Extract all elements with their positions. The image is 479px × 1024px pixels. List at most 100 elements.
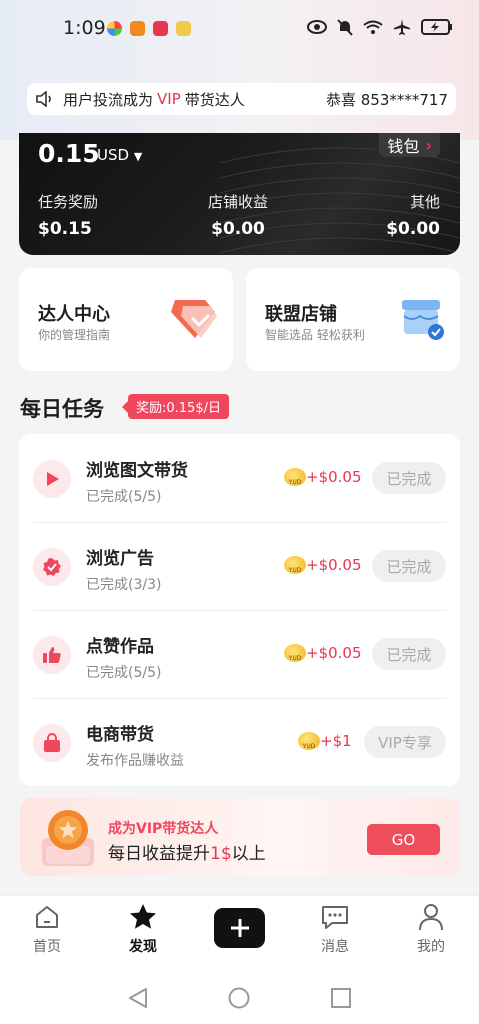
- daily-reward-tag: 奖励:0.15$/日: [122, 394, 229, 419]
- wallet-balance: 0.15: [38, 139, 100, 168]
- task-list: 浏览图文带货 已完成(5/5) YUD +$0.05 已完成 浏览广告 已完成(…: [19, 434, 460, 786]
- tab-profile[interactable]: 我的: [401, 902, 461, 956]
- task-reward: +$0.05: [306, 556, 362, 574]
- card-subtitle: 智能选品 轻松获利: [265, 328, 365, 342]
- card-title: 联盟店铺: [265, 304, 337, 325]
- wallet-other: 其他 $0.00: [386, 191, 440, 239]
- status-bar: 1:09: [0, 0, 479, 58]
- currency-selector[interactable]: USD ▼: [97, 146, 142, 164]
- status-time: 1:09: [63, 17, 106, 39]
- eye-icon: [307, 20, 327, 34]
- announcement-text-tail: 带货达人: [184, 90, 245, 109]
- affiliate-store-card[interactable]: 联盟店铺 智能选品 轻松获利: [246, 268, 460, 371]
- currency-label: USD: [97, 146, 130, 164]
- task-reward: +$1: [320, 732, 352, 750]
- wallet-column-value: $0.15: [38, 219, 92, 239]
- create-post-button[interactable]: [214, 908, 265, 948]
- wallet-column-label: 任务奖励: [38, 193, 99, 211]
- airplane-icon: [394, 19, 410, 35]
- vip-exclusive-button[interactable]: VIP专享: [364, 726, 446, 758]
- daily-tasks-title: 每日任务: [20, 397, 104, 421]
- task-state-button[interactable]: 已完成: [372, 462, 446, 494]
- tab-label: 我的: [417, 939, 445, 955]
- chevron-right-icon: ›: [425, 135, 432, 155]
- task-item-like-posts[interactable]: 点赞作品 已完成(5/5) YUD +$0.05 已完成: [19, 610, 460, 698]
- tab-home[interactable]: 首页: [17, 902, 77, 956]
- wallet-column-label: 其他: [409, 193, 440, 211]
- task-state-button[interactable]: 已完成: [372, 638, 446, 670]
- shopping-bag-icon: [33, 724, 71, 762]
- task-item-ecommerce[interactable]: 电商带货 发布作品赚收益 YUD +$1 VIP专享: [19, 698, 460, 786]
- task-item-browse-ads[interactable]: 浏览广告 已完成(3/3) YUD +$0.05 已完成: [19, 522, 460, 610]
- home-icon: [17, 902, 77, 932]
- recents-icon[interactable]: [331, 988, 351, 1008]
- wallet-card: 0.15 USD ▼ 钱包 › 任务奖励 $0.15 店铺收益 $0.00 其他…: [19, 133, 460, 255]
- task-reward: +$0.05: [306, 468, 362, 486]
- thumbs-up-icon: [33, 636, 71, 674]
- tab-messages[interactable]: 消息: [305, 902, 365, 956]
- go-button[interactable]: GO: [367, 824, 440, 855]
- speaker-icon: [27, 91, 63, 107]
- wifi-icon: [363, 20, 383, 34]
- coin-icon: YUD: [298, 732, 320, 750]
- wallet-column-label: 店铺收益: [208, 193, 269, 211]
- wallet-column-value: $0.00: [211, 219, 265, 239]
- task-status: 已完成(5/5): [86, 489, 162, 505]
- tab-label: 发现: [129, 939, 157, 955]
- tab-label: 消息: [321, 939, 349, 955]
- app-notification-icon: [176, 21, 191, 36]
- vip-banner-subtitle: 每日收益提升1$以上: [108, 839, 266, 864]
- vip-banner-highlight: 1$: [210, 844, 232, 864]
- card-subtitle: 你的管理指南: [38, 328, 111, 342]
- coin-icon: YUD: [284, 556, 306, 574]
- coin-label: YUD: [288, 479, 302, 486]
- task-status: 发布作品赚收益: [86, 753, 184, 769]
- play-icon: [33, 460, 71, 498]
- back-icon[interactable]: [128, 987, 148, 1009]
- card-title: 达人中心: [38, 304, 110, 325]
- task-name: 点赞作品: [86, 637, 154, 657]
- app-notification-icon: [153, 21, 168, 36]
- announcement-bar[interactable]: 用户投流成为 VIP 带货达人 恭喜 853****717: [27, 83, 456, 115]
- wallet-column-value: $0.00: [386, 219, 440, 239]
- wallet-store-income: 店铺收益 $0.00: [208, 191, 268, 239]
- coin-label: YUD: [288, 655, 302, 662]
- store-icon: [402, 300, 444, 340]
- battery-icon: [421, 19, 452, 35]
- coin-icon: YUD: [284, 644, 306, 662]
- creator-center-card[interactable]: 达人中心 你的管理指南: [19, 268, 233, 371]
- coin-label: YUD: [302, 743, 316, 750]
- check-badge-icon: [33, 548, 71, 586]
- task-name: 电商带货: [86, 725, 154, 745]
- mute-bell-icon: [337, 18, 353, 36]
- plus-icon: [230, 919, 249, 937]
- wallet-button[interactable]: 钱包 ›: [379, 133, 440, 157]
- wallet-task-reward: 任务奖励 $0.15: [38, 191, 98, 239]
- announcement-vip: VIP: [157, 90, 181, 108]
- task-status: 已完成(3/3): [86, 577, 162, 593]
- vip-banner-text: 每日收益提升: [108, 844, 210, 864]
- star-icon: [113, 902, 173, 932]
- app-notification-icon: [130, 21, 145, 36]
- vip-banner-text-tail: 以上: [231, 844, 266, 864]
- tab-discover[interactable]: 发现: [113, 902, 173, 956]
- wallet-button-label: 钱包: [387, 137, 420, 156]
- system-navigation-bar: [0, 965, 479, 1024]
- vip-banner-title: 成为VIP带货达人: [108, 821, 219, 837]
- bottom-tab-bar: 首页 发现 消息 我的: [0, 895, 479, 965]
- user-icon: [401, 902, 461, 932]
- tab-label: 首页: [33, 939, 61, 955]
- task-state-button[interactable]: 已完成: [372, 550, 446, 582]
- announcement-congrats: 恭喜 853****717: [325, 90, 448, 109]
- chat-icon: [305, 902, 365, 932]
- task-status: 已完成(5/5): [86, 665, 162, 681]
- coin-icon: YUD: [284, 468, 306, 486]
- app-notification-icon: [107, 21, 122, 36]
- announcement-text: 用户投流成为: [63, 90, 154, 109]
- task-name: 浏览图文带货: [86, 461, 188, 481]
- coin-label: YUD: [288, 567, 302, 574]
- task-item-browse-posts[interactable]: 浏览图文带货 已完成(5/5) YUD +$0.05 已完成: [19, 434, 460, 522]
- vip-promo-banner[interactable]: 成为VIP带货达人 每日收益提升1$以上 GO: [20, 798, 460, 876]
- home-circle-icon[interactable]: [228, 987, 250, 1009]
- task-reward: +$0.05: [306, 644, 362, 662]
